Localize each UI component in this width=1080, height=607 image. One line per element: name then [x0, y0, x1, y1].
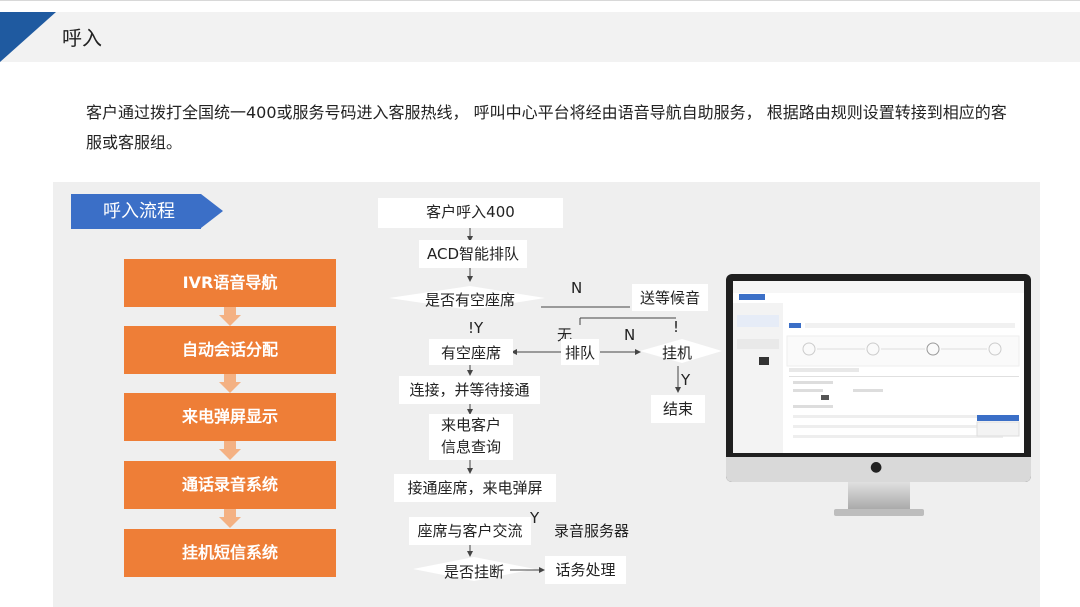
node-is-hangup: 是否挂断 — [444, 563, 505, 581]
node-end: 结束 — [651, 395, 705, 423]
apple-logo-icon: ● — [870, 459, 883, 475]
label-no: N — [571, 279, 583, 297]
node-check-seat: 是否有空座席 — [425, 291, 516, 309]
caller-info-line-2: 信息查询 — [440, 438, 501, 456]
node-has-seat: 有空座席 — [429, 339, 513, 365]
label-no-2: N — [624, 326, 636, 344]
label-yes-2: Y — [681, 371, 691, 389]
label-bang: ! — [673, 318, 680, 336]
monitor-stand — [848, 482, 910, 510]
label-yes-3: Y — [530, 509, 540, 527]
node-connect-wait: 连接，并等待接通 — [399, 376, 540, 404]
node-pop-screen: 接通座席，来电弹屏 — [394, 474, 556, 502]
node-call-in: 客户呼入400 — [378, 198, 563, 228]
node-acd-queue: ACD智能排队 — [419, 240, 527, 268]
label-yes: !Y — [468, 319, 484, 337]
node-hold-music: 送等候音 — [632, 284, 708, 311]
node-queue: 排队 — [561, 339, 599, 365]
node-process: 话务处理 — [545, 556, 626, 584]
node-caller-info: 来电客户 信息查询 — [429, 414, 513, 460]
slide: 呼入 客户通过拨打全国统一400或服务号码进入客服热线， 呼叫中心平台将经由语音… — [0, 0, 1080, 607]
node-agent-talk: 座席与客户交流 — [409, 517, 531, 545]
node-record-server: 录音服务器 — [554, 522, 630, 540]
monitor-screen — [733, 281, 1024, 453]
screen-mockup-illustration — [733, 281, 1024, 453]
caller-info-line-1: 来电客户 — [440, 416, 501, 434]
monitor-foot — [834, 509, 924, 516]
node-hang-up: 挂机 — [662, 344, 693, 362]
